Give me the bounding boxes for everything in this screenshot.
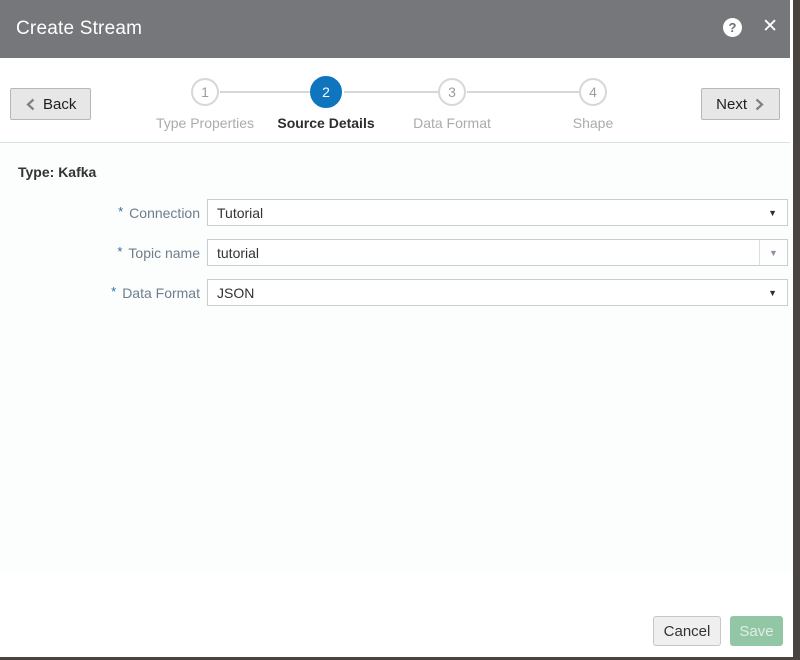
- data-format-select[interactable]: JSON ▼: [207, 279, 788, 306]
- connection-label: * Connection: [0, 205, 200, 221]
- step-1-number: 1: [201, 84, 209, 100]
- step-3-number: 3: [448, 84, 456, 100]
- step-4-circle[interactable]: 4: [579, 78, 607, 106]
- connection-select[interactable]: Tutorial ▼: [207, 199, 788, 226]
- back-button[interactable]: Back: [10, 88, 91, 120]
- back-button-label: Back: [43, 96, 76, 113]
- data-format-row: * Data Format JSON ▼: [0, 279, 788, 306]
- dialog-title: Create Stream: [16, 18, 142, 40]
- create-stream-dialog: Create Stream ? ✕ Back 1 2 3 4 Type Prop…: [0, 0, 793, 657]
- topic-name-combobox: ▼: [207, 239, 788, 266]
- cancel-button[interactable]: Cancel: [653, 616, 721, 646]
- step-2-circle[interactable]: 2: [310, 76, 342, 108]
- help-icon[interactable]: ?: [723, 18, 742, 37]
- chevron-down-icon: ▼: [768, 208, 777, 218]
- topic-name-label: * Topic name: [0, 245, 200, 261]
- step-4-label: Shape: [513, 115, 673, 131]
- step-3-label: Data Format: [372, 115, 532, 131]
- close-icon[interactable]: ✕: [762, 15, 778, 39]
- step-2-number: 2: [322, 84, 330, 100]
- connection-row: * Connection Tutorial ▼: [0, 199, 788, 226]
- chevron-left-icon: [25, 98, 36, 111]
- step-3-circle[interactable]: 3: [438, 78, 466, 106]
- source-details-form: * Connection Tutorial ▼ * Topic name: [0, 199, 793, 306]
- chevron-down-icon: ▼: [768, 288, 777, 298]
- topic-name-input[interactable]: [208, 240, 759, 265]
- connection-value: Tutorial: [208, 205, 263, 221]
- stepper-connector: [344, 91, 438, 93]
- stepper-connector: [220, 91, 310, 93]
- data-format-label: * Data Format: [0, 285, 200, 301]
- wizard-bar: Back 1 2 3 4 Type Properties Source Deta…: [0, 58, 790, 143]
- required-icon: *: [118, 204, 123, 219]
- data-format-value: JSON: [208, 285, 254, 301]
- dialog-content: Type: Kafka * Connection Tutorial ▼ *: [0, 143, 793, 572]
- stepper-connector: [467, 91, 579, 93]
- dialog-footer: Cancel Save: [653, 616, 783, 646]
- topic-name-row: * Topic name ▼: [0, 239, 788, 266]
- next-button[interactable]: Next: [701, 88, 780, 120]
- page-background: Create Stream ? ✕ Back 1 2 3 4 Type Prop…: [0, 0, 800, 660]
- required-icon: *: [111, 284, 116, 299]
- chevron-right-icon: [754, 98, 765, 111]
- next-button-label: Next: [716, 96, 747, 113]
- topic-dropdown-button[interactable]: ▼: [759, 240, 787, 265]
- chevron-down-icon: ▼: [769, 248, 778, 258]
- save-button[interactable]: Save: [730, 616, 783, 646]
- step-4-number: 4: [589, 84, 597, 100]
- required-icon: *: [117, 244, 122, 259]
- step-1-circle[interactable]: 1: [191, 78, 219, 106]
- dialog-header: Create Stream ? ✕: [0, 0, 790, 58]
- stream-type-label: Type: Kafka: [18, 164, 793, 179]
